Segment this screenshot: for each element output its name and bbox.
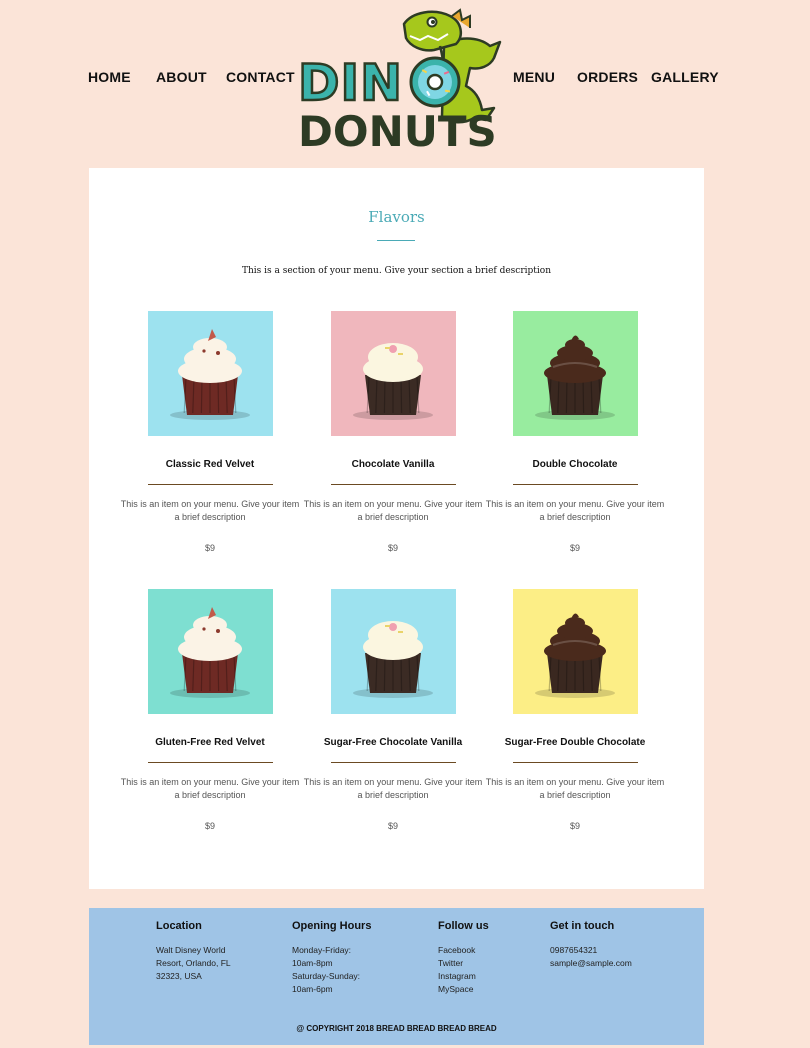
- item-description: This is an item on your menu. Give your …: [485, 499, 665, 522]
- item-price: $9: [387, 543, 398, 553]
- cupcake-icon: [331, 589, 456, 714]
- cupcake-icon: [513, 589, 638, 714]
- section-title: Flavors: [368, 208, 425, 226]
- item-name: Sugar-Free Double Chocolate: [504, 737, 646, 748]
- title-divider: [377, 240, 415, 241]
- item-divider: [513, 484, 638, 485]
- item-price: $9: [204, 543, 215, 553]
- cupcake-photo[interactable]: [513, 589, 638, 714]
- nav-menu-link[interactable]: MENU: [513, 69, 555, 85]
- footer-contact: Get in touch 0987654321 sample@sample.co…: [550, 920, 632, 970]
- cupcake-icon: [148, 311, 273, 436]
- footer-contact-heading: Get in touch: [550, 920, 615, 932]
- cupcake-icon: [148, 589, 273, 714]
- svg-text:DONUTS: DONUTS: [298, 107, 497, 152]
- item-description: This is an item on your menu. Give your …: [303, 777, 483, 800]
- cupcake-photo[interactable]: [331, 589, 456, 714]
- nav-gallery-link[interactable]: GALLERY: [651, 69, 719, 85]
- cupcake-icon: [513, 311, 638, 436]
- menu-section-card: Flavors This is a section of your menu. …: [89, 168, 704, 889]
- twitter-link[interactable]: Twitter: [438, 957, 489, 970]
- cupcake-photo[interactable]: [331, 311, 456, 436]
- footer-location: Location Walt Disney World Resort, Orlan…: [156, 920, 231, 983]
- myspace-link[interactable]: MySpace: [438, 983, 489, 996]
- item-name: Sugar-Free Chocolate Vanilla: [323, 737, 463, 748]
- cupcake-photo[interactable]: [513, 311, 638, 436]
- item-description: This is an item on your menu. Give your …: [485, 777, 665, 800]
- item-name: Double Chocolate: [532, 459, 618, 470]
- item-price: $9: [204, 821, 215, 831]
- footer-address: Walt Disney World Resort, Orlando, FL 32…: [156, 945, 231, 981]
- footer-follow-heading: Follow us: [438, 920, 489, 932]
- donut-icon: [409, 56, 461, 108]
- cupcake-photo[interactable]: [148, 589, 273, 714]
- item-divider: [148, 484, 273, 485]
- phone-link[interactable]: 0987654321: [550, 944, 632, 957]
- item-price: $9: [569, 821, 580, 831]
- nav-home-link[interactable]: HOME: [88, 69, 131, 85]
- item-divider: [331, 762, 456, 763]
- item-description: This is an item on your menu. Give your …: [120, 777, 300, 800]
- instagram-link[interactable]: Instagram: [438, 970, 489, 983]
- item-divider: [331, 484, 456, 485]
- cupcake-icon: [331, 311, 456, 436]
- section-description: This is a section of your menu. Give you…: [242, 266, 551, 276]
- cupcake-photo[interactable]: [148, 311, 273, 436]
- facebook-link[interactable]: Facebook: [438, 944, 489, 957]
- item-name: Classic Red Velvet: [165, 459, 255, 470]
- nav-contact-link[interactable]: CONTACT: [226, 69, 295, 85]
- nav-about-link[interactable]: ABOUT: [156, 69, 207, 85]
- dino-donuts-logo-graphic: DIN DONUTS: [297, 8, 502, 156]
- footer-hours: Opening Hours Monday-Friday: 10am-8pm Sa…: [292, 920, 371, 996]
- site-footer: Location Walt Disney World Resort, Orlan…: [89, 908, 704, 1045]
- item-name: Gluten-Free Red Velvet: [155, 737, 265, 748]
- footer-hours-heading: Opening Hours: [292, 920, 372, 932]
- site-header: HOME ABOUT CONTACT DIN DONUTS MENU ORDER…: [0, 0, 810, 160]
- footer-follow: Follow us Facebook Twitter Instagram MyS…: [438, 920, 489, 996]
- item-description: This is an item on your menu. Give your …: [303, 499, 483, 522]
- footer-hours-text: Monday-Friday: 10am-8pm Saturday-Sunday:…: [292, 945, 361, 994]
- item-price: $9: [387, 821, 398, 831]
- nav-orders-link[interactable]: ORDERS: [577, 69, 638, 85]
- copyright-text: @ COPYRIGHT 2018 BREAD BREAD BREAD BREAD: [296, 1024, 497, 1033]
- item-name: Chocolate Vanilla: [351, 459, 435, 470]
- dino-donuts-logo[interactable]: DIN DONUTS: [294, 6, 506, 156]
- email-link[interactable]: sample@sample.com: [550, 957, 632, 970]
- item-description: This is an item on your menu. Give your …: [120, 499, 300, 522]
- item-divider: [513, 762, 638, 763]
- svg-text:DIN: DIN: [298, 54, 403, 112]
- item-divider: [148, 762, 273, 763]
- item-price: $9: [569, 543, 580, 553]
- footer-location-heading: Location: [156, 920, 202, 932]
